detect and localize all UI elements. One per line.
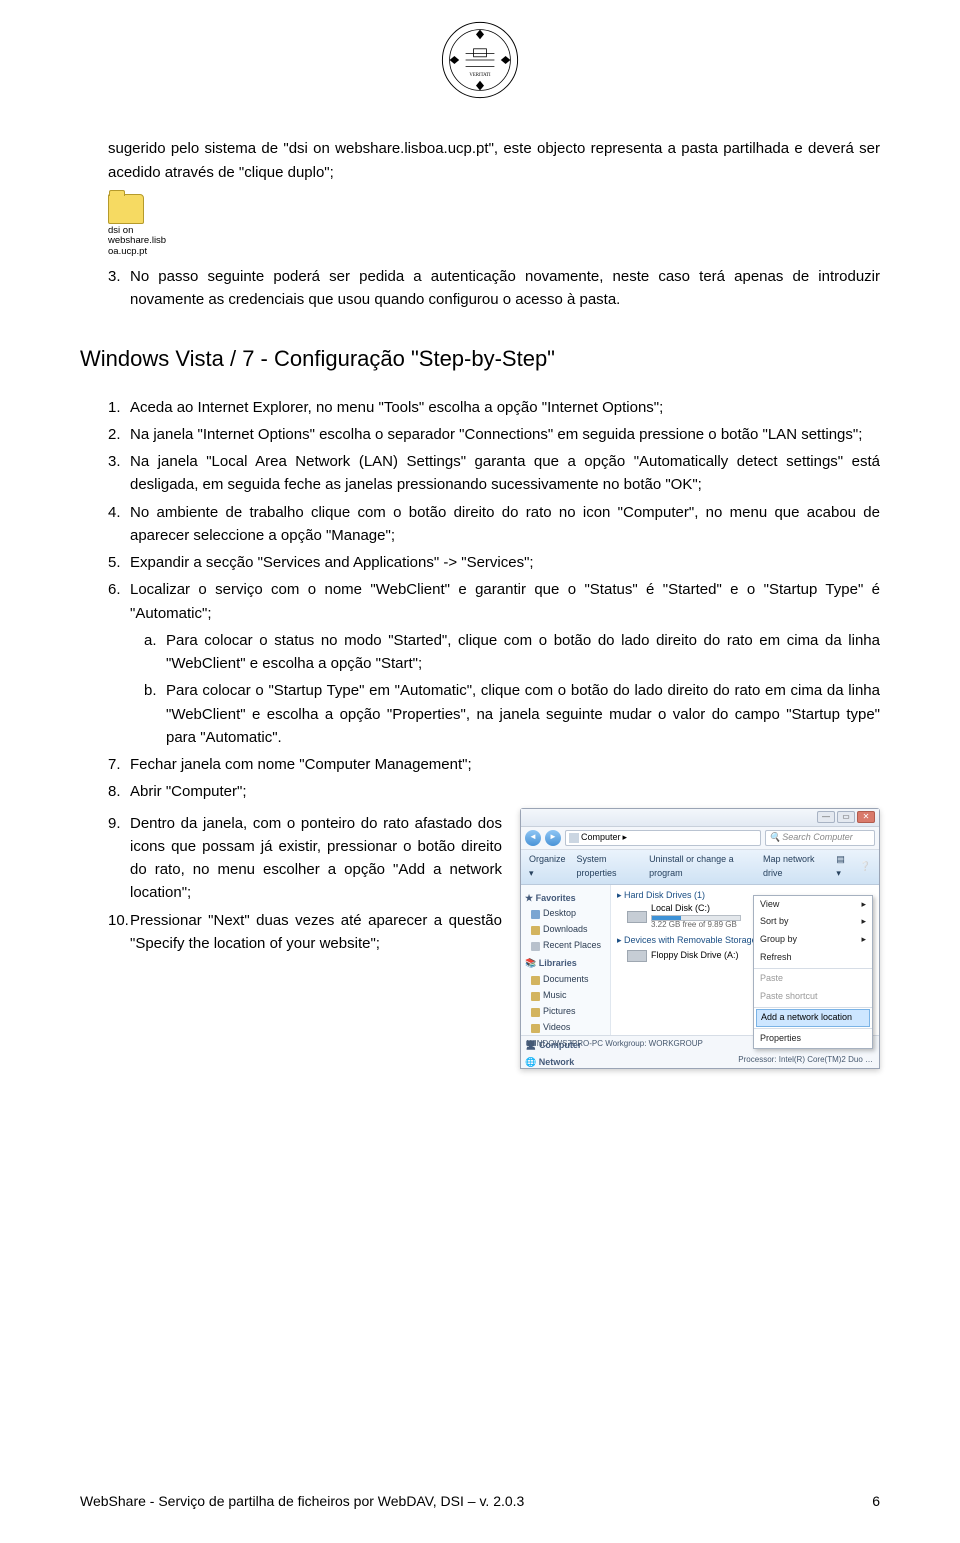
computer-icon bbox=[569, 833, 579, 843]
chevron-right-icon: ▸ bbox=[623, 831, 628, 845]
footer-left: WebShare - Serviço de partilha de fichei… bbox=[80, 1491, 524, 1513]
step-4: No ambiente de trabalho clique com o bot… bbox=[130, 501, 880, 548]
ctx-paste: Paste bbox=[754, 970, 872, 988]
list-marker: 2. bbox=[108, 423, 130, 446]
drive-label: Local Disk (C:) bbox=[651, 904, 741, 914]
step-3: Na janela "Local Area Network (LAN) Sett… bbox=[130, 450, 880, 497]
toolbar-sysprops[interactable]: System properties bbox=[577, 853, 640, 881]
sidebar-item-downloads[interactable]: Downloads bbox=[525, 922, 606, 938]
nav-back-icon[interactable]: ◄ bbox=[525, 830, 541, 846]
list-marker: 7. bbox=[108, 753, 130, 776]
sidebar-item-recent[interactable]: Recent Places bbox=[525, 938, 606, 954]
search-placeholder: Search Computer bbox=[782, 831, 853, 845]
sidebar-item-pictures[interactable]: Pictures bbox=[525, 1004, 606, 1020]
chevron-right-icon: ▸ bbox=[861, 915, 866, 929]
toolbar-organize[interactable]: Organize ▾ bbox=[529, 853, 567, 881]
toolbar-mapdrive[interactable]: Map network drive bbox=[763, 853, 826, 881]
ctx-sort[interactable]: Sort by ▸ bbox=[754, 913, 872, 931]
svg-text:VERITATI: VERITATI bbox=[469, 73, 491, 78]
explorer-screenshot: — ▭ ✕ ◄ ► Computer ▸ 🔍 Search Computer bbox=[520, 808, 880, 1070]
folder-caption: dsi on webshare.lisb oa.ucp.pt bbox=[108, 226, 880, 257]
chevron-right-icon: ▸ bbox=[861, 898, 866, 912]
window-minimize-icon[interactable]: — bbox=[817, 811, 835, 823]
sidebar-item-music[interactable]: Music bbox=[525, 988, 606, 1004]
university-seal-logo: VERITATI bbox=[80, 20, 880, 107]
list-marker: 9. bbox=[108, 812, 130, 905]
step-6b: Para colocar o "Startup Type" em "Automa… bbox=[166, 679, 880, 749]
page-number: 6 bbox=[872, 1491, 880, 1513]
sublist-marker: b. bbox=[144, 679, 166, 749]
section-heading: Windows Vista / 7 - Configuração "Step-b… bbox=[80, 342, 880, 376]
list-marker: 10. bbox=[108, 909, 130, 956]
sidebar-favorites-group[interactable]: ★ Favorites bbox=[525, 892, 606, 906]
sidebar-item-documents[interactable]: Documents bbox=[525, 972, 606, 988]
breadcrumb: Computer bbox=[581, 831, 621, 845]
status-processor: Processor: Intel(R) Core(TM)2 Duo … bbox=[738, 1054, 873, 1066]
sublist-marker: a. bbox=[144, 629, 166, 676]
help-icon[interactable]: ❔ bbox=[860, 860, 871, 874]
step-6: Localizar o serviço com o nome "WebClien… bbox=[130, 578, 880, 625]
step-5: Expandir a secção "Services and Applicat… bbox=[130, 551, 880, 574]
step-1: Aceda ao Internet Explorer, no menu "Too… bbox=[130, 396, 880, 419]
sidebar-item-videos[interactable]: Videos bbox=[525, 1020, 606, 1036]
ctx-view[interactable]: View ▸ bbox=[754, 896, 872, 914]
step-9: Dentro da janela, com o ponteiro do rato… bbox=[130, 812, 502, 905]
window-close-icon[interactable]: ✕ bbox=[857, 811, 875, 823]
step-7: Fechar janela com nome "Computer Managem… bbox=[130, 753, 880, 776]
explorer-sidebar: ★ Favorites Desktop Downloads Recent Pla… bbox=[521, 885, 611, 1035]
floppy-label: Floppy Disk Drive (A:) bbox=[651, 951, 739, 961]
chevron-right-icon: ▸ bbox=[861, 933, 866, 947]
explorer-main-pane[interactable]: ▸ Hard Disk Drives (1) Local Disk (C:) 3… bbox=[611, 885, 879, 1035]
step-3-prev: No passo seguinte poderá ser pedida a au… bbox=[130, 265, 880, 312]
list-marker: 3. bbox=[108, 450, 130, 497]
ctx-paste-shortcut: Paste shortcut bbox=[754, 988, 872, 1006]
view-options-icon[interactable]: ▤ ▾ bbox=[836, 853, 849, 881]
list-marker: 4. bbox=[108, 501, 130, 548]
window-maximize-icon[interactable]: ▭ bbox=[837, 811, 855, 823]
shared-folder-icon-block: dsi on webshare.lisb oa.ucp.pt bbox=[108, 194, 880, 257]
search-input[interactable]: 🔍 Search Computer bbox=[765, 830, 875, 846]
list-marker: 3. bbox=[108, 265, 130, 312]
status-left: WINDOWS7PRO-PC Workgroup: WORKGROUP bbox=[527, 1038, 703, 1050]
disk-icon bbox=[627, 911, 647, 923]
address-bar[interactable]: Computer ▸ bbox=[565, 830, 761, 846]
drive-free: 3.22 GB free of 9.89 GB bbox=[651, 921, 741, 930]
list-marker: 5. bbox=[108, 551, 130, 574]
ctx-properties[interactable]: Properties bbox=[754, 1030, 872, 1048]
context-menu: View ▸ Sort by ▸ Group by ▸ Refresh Past… bbox=[753, 895, 873, 1050]
toolbar-uninstall[interactable]: Uninstall or change a program bbox=[649, 853, 753, 881]
step-6a: Para colocar o status no modo "Started",… bbox=[166, 629, 880, 676]
list-marker: 8. bbox=[108, 780, 130, 803]
step-8: Abrir "Computer"; bbox=[130, 780, 880, 803]
nav-forward-icon[interactable]: ► bbox=[545, 830, 561, 846]
folder-icon bbox=[108, 194, 144, 224]
ctx-group[interactable]: Group by ▸ bbox=[754, 931, 872, 949]
sidebar-libraries-group[interactable]: 📚 Libraries bbox=[525, 957, 606, 971]
search-icon: 🔍 bbox=[769, 831, 780, 845]
ctx-refresh[interactable]: Refresh bbox=[754, 949, 872, 967]
sidebar-network-group[interactable]: 🌐 Network bbox=[525, 1056, 606, 1070]
list-marker: 1. bbox=[108, 396, 130, 419]
list-marker: 6. bbox=[108, 578, 130, 625]
sidebar-item-desktop[interactable]: Desktop bbox=[525, 906, 606, 922]
step-2: Na janela "Internet Options" escolha o s… bbox=[130, 423, 880, 446]
floppy-icon bbox=[627, 950, 647, 962]
ctx-add-network-location[interactable]: Add a network location bbox=[756, 1009, 870, 1027]
step-10: Pressionar "Next" duas vezes até aparece… bbox=[130, 909, 502, 956]
intro-paragraph: sugerido pelo sistema de "dsi on webshar… bbox=[108, 137, 880, 184]
